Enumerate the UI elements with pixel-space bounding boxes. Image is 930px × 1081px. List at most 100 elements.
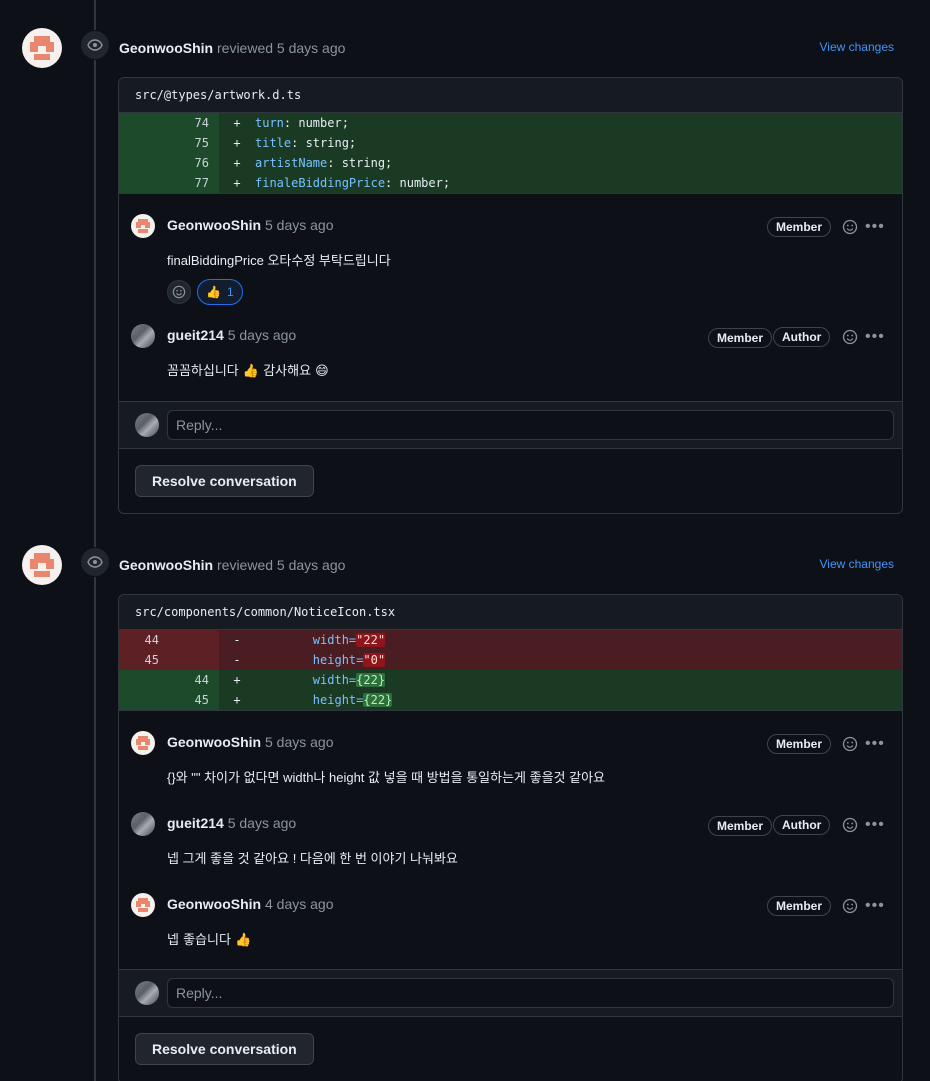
comment-avatar[interactable] <box>131 893 155 917</box>
code-rest: : number; <box>283 116 349 130</box>
review-time[interactable]: 5 days ago <box>277 557 346 573</box>
diff-code: artistName: string; <box>255 153 902 173</box>
old-line-number <box>119 153 169 173</box>
comment-avatar[interactable] <box>131 731 155 755</box>
review-thread: src/components/common/NoticeIcon.tsx 44 … <box>118 594 903 1081</box>
diff-code: turn: number; <box>255 113 902 133</box>
review-action: reviewed <box>217 557 274 573</box>
review-action: reviewed <box>217 40 274 56</box>
member-label: Member <box>708 328 773 348</box>
diff-hunk: 74 + turn: number; 75 + title : string; 7… <box>119 113 902 194</box>
reply-area <box>119 969 902 1017</box>
smiley-icon[interactable] <box>841 816 859 834</box>
review-time[interactable]: 5 days ago <box>277 40 346 56</box>
comment-header: gueit214 5 days ago <box>167 327 296 343</box>
kebab-horizontal-icon[interactable]: ••• <box>865 898 885 914</box>
reply-area <box>119 401 902 449</box>
eye-icon <box>80 547 110 577</box>
comment-author[interactable]: GeonwooShin <box>167 896 261 912</box>
comment-time[interactable]: 5 days ago <box>265 734 334 750</box>
old-line-number <box>119 133 169 153</box>
diff-sign: + <box>233 116 241 130</box>
current-user-avatar <box>135 413 159 437</box>
code-attr: width= <box>312 633 357 647</box>
current-user-avatar <box>135 981 159 1005</box>
reviewer-name[interactable]: GeonwooShin <box>119 40 213 56</box>
comment-avatar[interactable] <box>131 812 155 836</box>
comment-time[interactable]: 5 days ago <box>228 815 297 831</box>
comment-avatar[interactable] <box>131 324 155 348</box>
new-line-number[interactable]: 74 <box>169 113 219 133</box>
reaction-count: 1 <box>226 285 234 299</box>
comment-author[interactable]: GeonwooShin <box>167 734 261 750</box>
comment-time[interactable]: 5 days ago <box>228 327 297 343</box>
review-comment: GeonwooShin 4 days ago Member ••• 넵 좋습니다… <box>119 873 902 954</box>
review-comment: gueit214 5 days ago Member Author ••• 꼼꼼… <box>119 304 902 402</box>
resolve-conversation-button[interactable]: Resolve conversation <box>135 465 314 497</box>
file-path[interactable]: src/@types/artwork.d.ts <box>119 78 902 113</box>
comment-time[interactable]: 5 days ago <box>265 217 334 233</box>
diff-line: 44 + width={22} <box>119 670 902 690</box>
thumbs-up-reaction[interactable]: 👍 1 <box>197 279 243 305</box>
code-attr: width= <box>312 673 357 687</box>
reply-input[interactable] <box>167 410 894 440</box>
comment-body: finalBiddingPrice 오타수정 부탁드립니다 <box>167 253 391 268</box>
reply-input[interactable] <box>167 978 894 1008</box>
member-label: Member <box>767 734 832 754</box>
member-label: Member <box>767 896 832 916</box>
review-comment: GeonwooShin 5 days ago Member ••• finalB… <box>119 194 902 305</box>
add-reaction-button[interactable] <box>167 280 191 304</box>
new-line-number[interactable]: 76 <box>169 153 219 173</box>
code-value: "0" <box>363 653 386 667</box>
code-value: {22} <box>363 693 393 707</box>
author-label: Author <box>773 815 831 835</box>
kebab-horizontal-icon[interactable]: ••• <box>865 329 885 345</box>
comment-author[interactable]: gueit214 <box>167 815 224 831</box>
diff-line: 76 + artistName: string; <box>119 153 902 173</box>
smiley-icon[interactable] <box>841 897 859 915</box>
kebab-horizontal-icon[interactable]: ••• <box>865 219 885 235</box>
old-line-number[interactable]: 44 <box>119 630 169 650</box>
new-line-number[interactable]: 75 <box>169 133 219 153</box>
view-changes-link[interactable]: View changes <box>820 557 895 571</box>
kebab-horizontal-icon[interactable]: ••• <box>865 736 885 752</box>
comment-body: {}와 "" 차이가 없다면 width나 height 값 넣을 때 방법을 … <box>167 770 605 785</box>
comment-author[interactable]: gueit214 <box>167 327 224 343</box>
review-comment: GeonwooShin 5 days ago Member ••• {}와 ""… <box>119 711 902 792</box>
old-line-number[interactable]: 45 <box>119 650 169 670</box>
author-label: Author <box>773 327 831 347</box>
view-changes-link[interactable]: View changes <box>820 40 895 54</box>
comment-body: 꼼꼼하십니다 👍 감사해요 😄 <box>167 364 329 379</box>
new-line-number[interactable]: 44 <box>169 670 219 690</box>
timeline-line <box>94 0 96 1081</box>
diff-hunk: 44 - width="22" 45 - height="0" 44 + wid… <box>119 630 902 711</box>
review-comment: gueit214 5 days ago Member Author ••• 넵 … <box>119 792 902 873</box>
diff-line: 44 - width="22" <box>119 630 902 650</box>
old-line-number <box>119 113 169 133</box>
new-line-number[interactable]: 77 <box>169 173 219 193</box>
smiley-icon[interactable] <box>841 328 859 346</box>
reviewer-avatar[interactable] <box>22 28 62 68</box>
comment-body: 넵 그게 좋을 것 같아요 ! 다음에 한 번 이야기 나눠봐요 <box>167 851 458 866</box>
smiley-icon[interactable] <box>841 735 859 753</box>
kebab-horizontal-icon[interactable]: ••• <box>865 817 885 833</box>
diff-sign: + <box>233 156 241 170</box>
reviewer-avatar[interactable] <box>22 545 62 585</box>
diff-line: 77 + finaleBiddingPrice: number; <box>119 173 902 193</box>
comment-time[interactable]: 4 days ago <box>265 896 334 912</box>
smiley-icon[interactable] <box>841 218 859 236</box>
code-key: title <box>255 136 292 150</box>
diff-sign: + <box>233 176 241 190</box>
diff-sign: + <box>233 693 241 707</box>
diff-sign: - <box>233 633 241 647</box>
code-key: finaleBiddingPrice <box>255 176 386 190</box>
code-rest: : string; <box>327 156 393 170</box>
comment-author[interactable]: GeonwooShin <box>167 217 261 233</box>
resolve-conversation-button[interactable]: Resolve conversation <box>135 1033 314 1065</box>
comment-avatar[interactable] <box>131 214 155 238</box>
old-line-number <box>119 670 169 690</box>
new-line-number[interactable]: 45 <box>169 690 219 710</box>
reviewer-name[interactable]: GeonwooShin <box>119 557 213 573</box>
review-header: GeonwooShin reviewed 5 days ago <box>119 40 345 56</box>
file-path[interactable]: src/components/common/NoticeIcon.tsx <box>119 595 902 630</box>
